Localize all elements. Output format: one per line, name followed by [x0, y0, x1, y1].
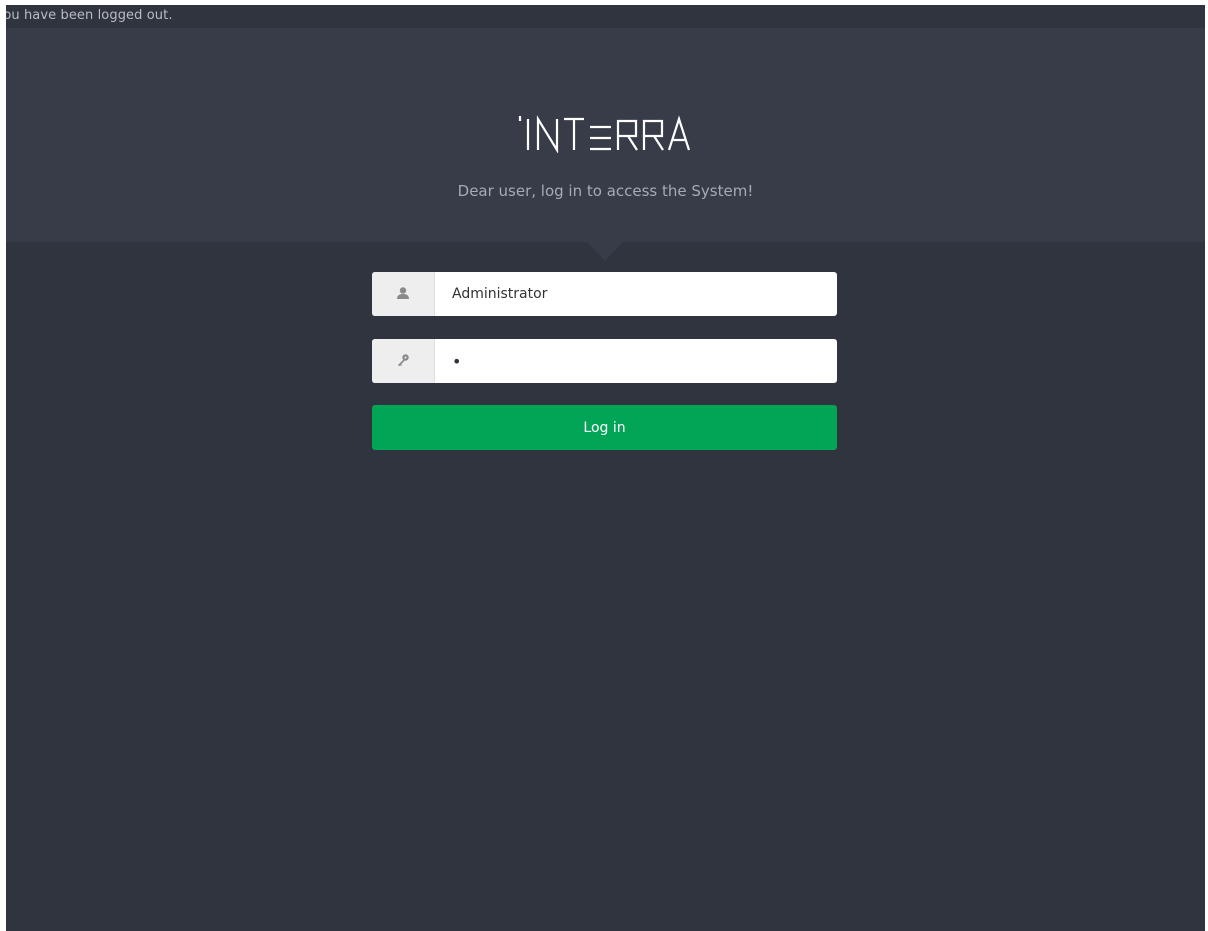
- password-addon: [372, 339, 435, 383]
- username-addon: [372, 272, 435, 316]
- password-field: [372, 339, 837, 383]
- header-pointer: [587, 242, 623, 261]
- login-subtitle: Dear user, log in to access the System!: [457, 182, 754, 200]
- interra-logo: [518, 113, 690, 153]
- logout-notice: You have been logged out.: [6, 8, 173, 23]
- login-page: You have been logged out. Dear user, log…: [6, 5, 1205, 931]
- key-icon: [396, 352, 410, 371]
- username-field: [372, 272, 837, 316]
- login-button[interactable]: Log in: [372, 405, 837, 450]
- login-header: Dear user, log in to access the System!: [6, 28, 1205, 242]
- password-input[interactable]: [435, 339, 837, 383]
- user-icon: [396, 285, 410, 304]
- username-input[interactable]: [435, 272, 837, 316]
- logo-wordmark: [518, 115, 690, 153]
